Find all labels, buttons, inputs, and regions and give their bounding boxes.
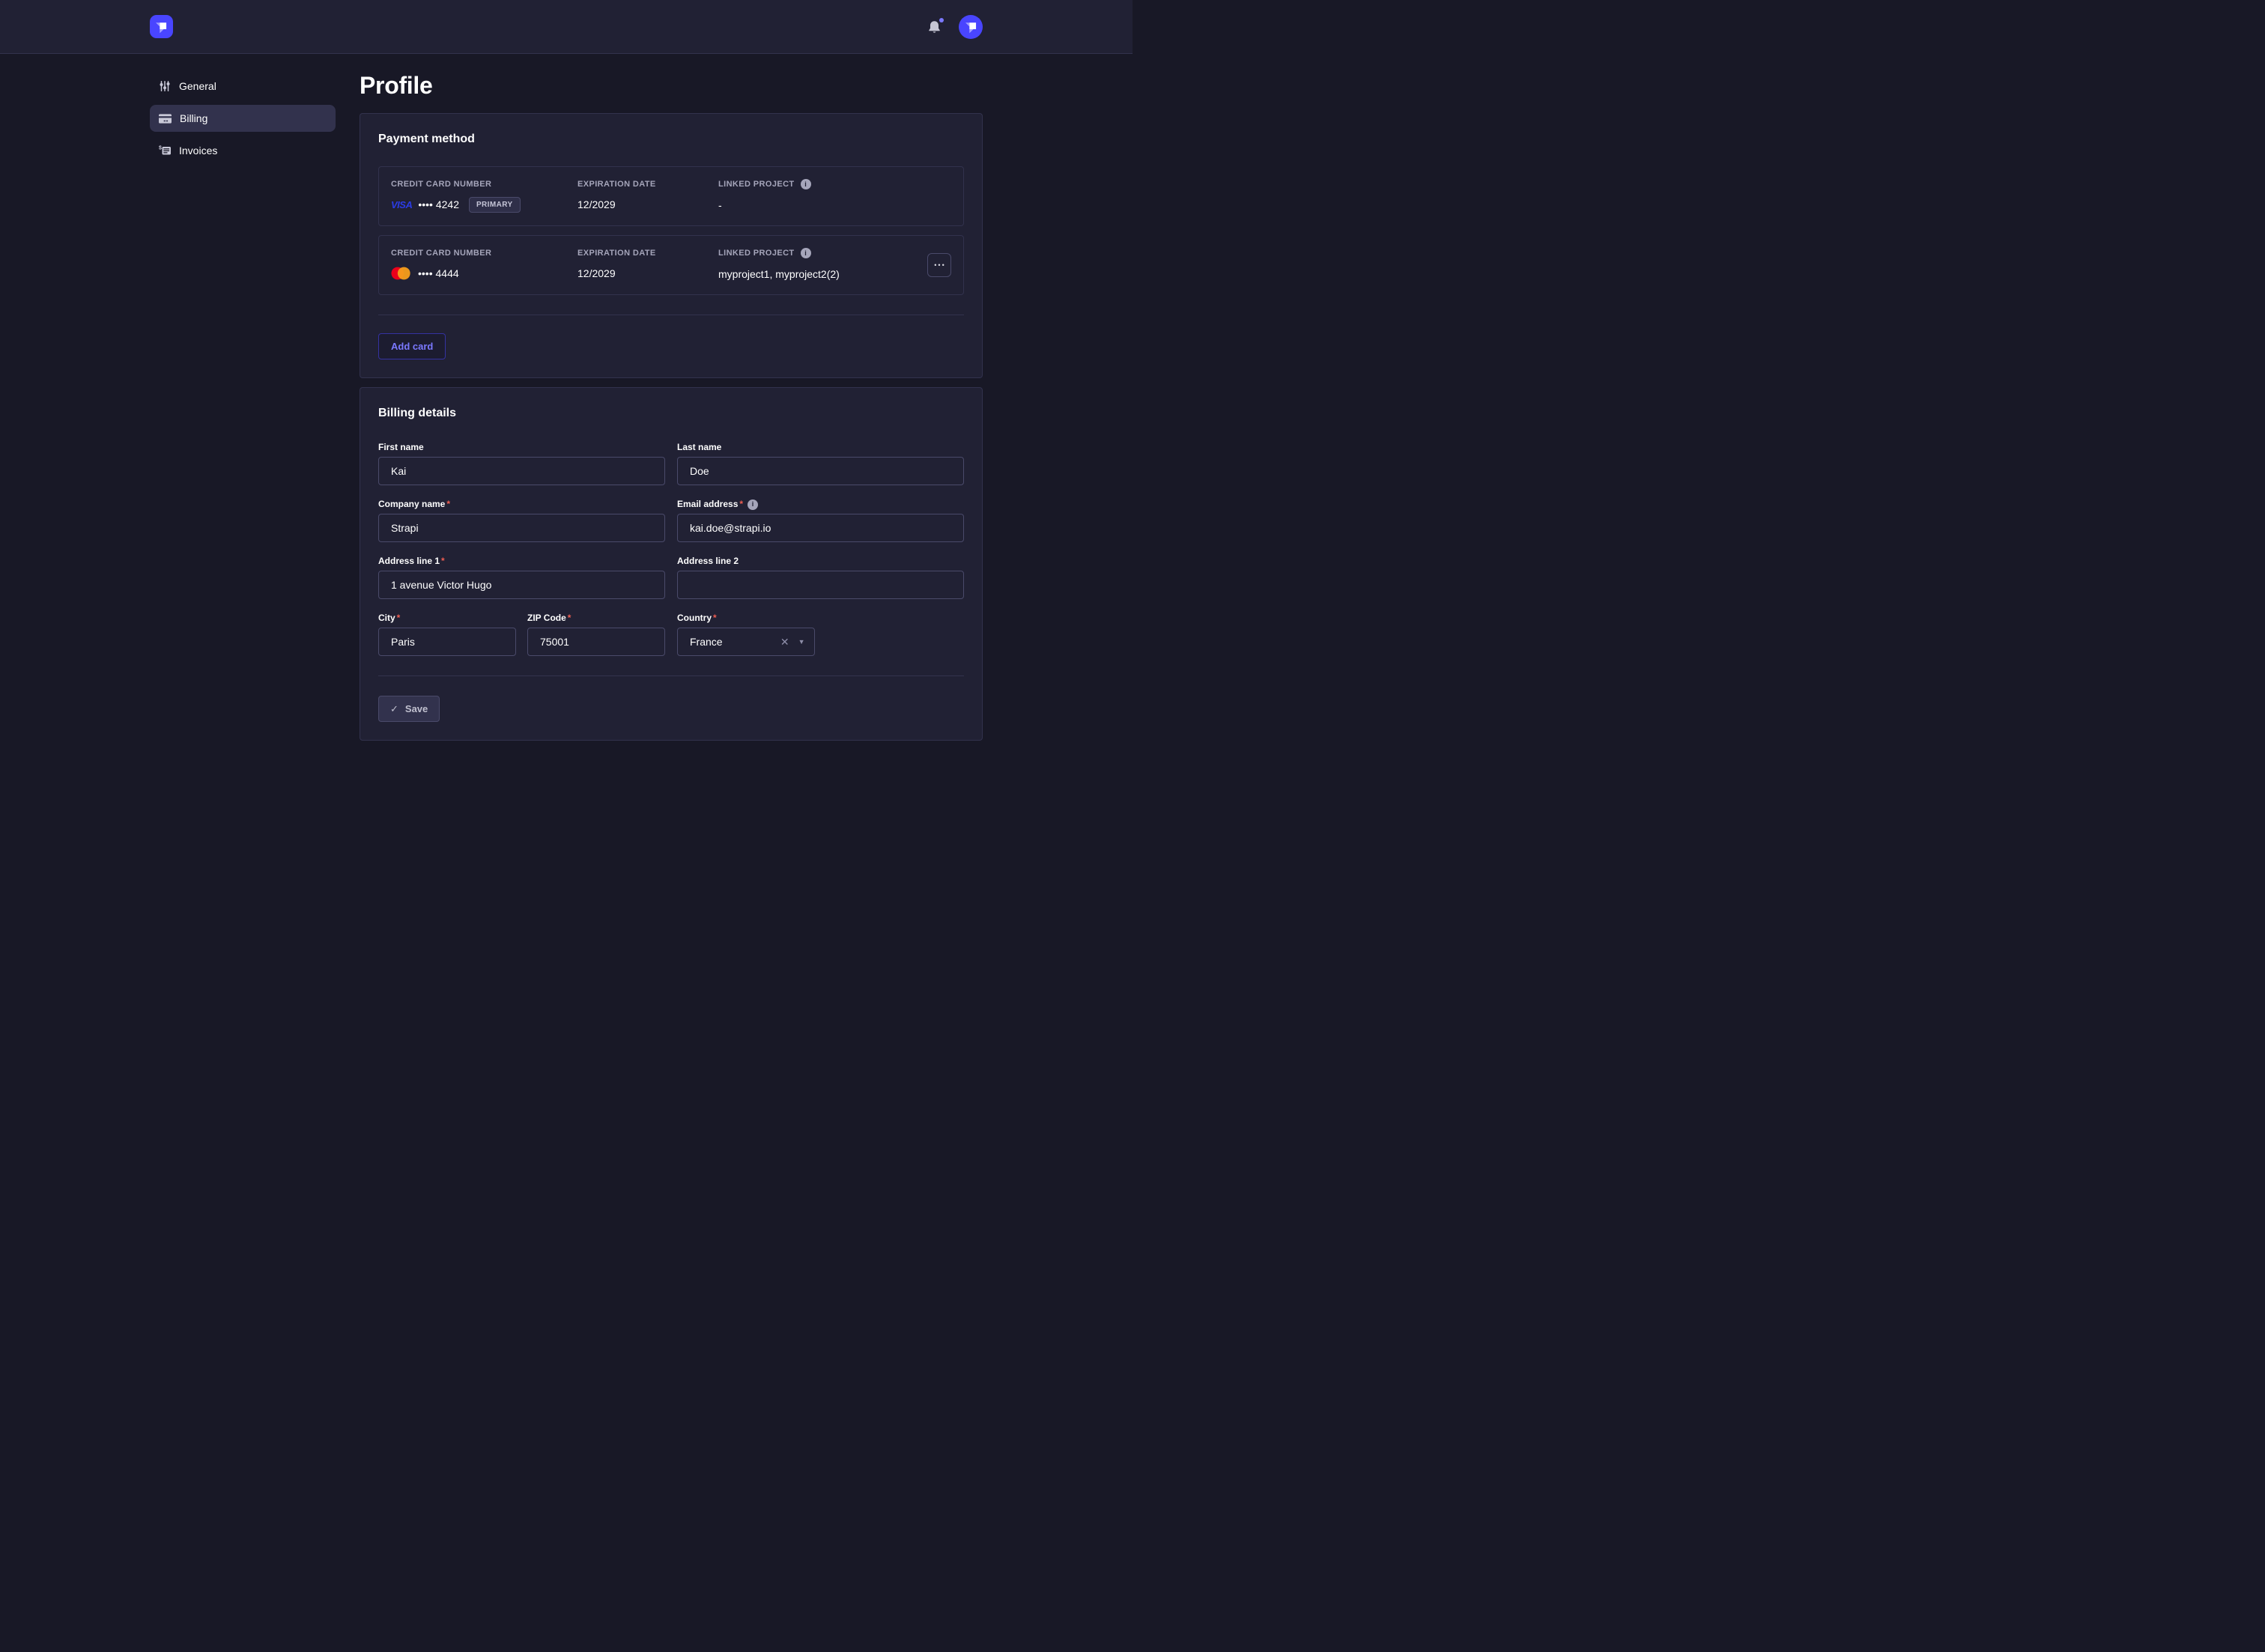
card-actions-menu-button[interactable]: ••• [927, 253, 951, 277]
svg-text:$: $ [159, 146, 162, 151]
info-icon[interactable]: i [801, 248, 811, 258]
card-expiration: 12/2029 [577, 265, 718, 282]
page-title: Profile [360, 70, 983, 100]
payment-cards-list: CREDIT CARD NUMBER VISA •••• 4242 PRIMAR… [378, 166, 964, 295]
sidebar-item-label: Billing [180, 112, 207, 124]
address-line-2-label: Address line 2 [677, 556, 964, 567]
address-line-1-input[interactable] [378, 571, 665, 599]
billing-details-form: First name Last name Company name * [378, 442, 964, 656]
required-asterisk: * [739, 499, 743, 510]
last-name-field: Last name [677, 442, 964, 485]
info-icon[interactable]: i [801, 179, 811, 189]
required-asterisk: * [446, 499, 450, 510]
credit-card-row-visa: CREDIT CARD NUMBER VISA •••• 4242 PRIMAR… [378, 166, 964, 226]
visa-logo-icon: VISA [391, 199, 412, 210]
card-number-column-label: CREDIT CARD NUMBER [391, 249, 577, 258]
bell-icon [928, 20, 941, 34]
country-label: Country * [677, 613, 964, 624]
user-avatar[interactable] [959, 15, 983, 39]
city-field: City * [378, 613, 516, 656]
save-button-label: Save [405, 703, 428, 714]
city-input[interactable] [378, 628, 516, 656]
address-line-2-input[interactable] [677, 571, 964, 599]
company-name-label: Company name * [378, 499, 665, 510]
company-name-input[interactable] [378, 514, 665, 542]
last-name-label: Last name [677, 442, 964, 453]
sliders-icon [159, 80, 171, 92]
sidebar-item-general[interactable]: General [150, 73, 336, 100]
country-field: Country * France ✕ ▼ [677, 613, 964, 656]
mastercard-logo-icon [391, 267, 412, 280]
first-name-field: First name [378, 442, 665, 485]
add-card-button[interactable]: Add card [378, 333, 446, 359]
sidebar-item-label: Invoices [179, 145, 217, 157]
check-icon: ✓ [390, 704, 398, 714]
email-label: Email address * i [677, 499, 964, 510]
email-field: Email address * i [677, 499, 964, 542]
address-line-1-label: Address line 1 * [378, 556, 665, 567]
billing-details-title: Billing details [378, 406, 964, 421]
linked-project-value: myproject1, myproject2(2) [718, 266, 927, 282]
linked-project-column-label: LINKED PROJECT [718, 249, 795, 258]
sidebar-item-billing[interactable]: Billing [150, 105, 336, 132]
card-last-digits: •••• 4444 [418, 267, 459, 279]
city-zip-row: City * ZIP Code * [378, 613, 665, 656]
email-input[interactable] [677, 514, 964, 542]
card-number-column-label: CREDIT CARD NUMBER [391, 180, 577, 189]
topbar-actions [928, 15, 983, 39]
strapi-logo[interactable] [150, 15, 173, 38]
payment-method-title: Payment method [378, 132, 964, 147]
required-asterisk: * [713, 613, 717, 624]
settings-nav: General Billing $ Invoices [150, 54, 336, 169]
company-name-field: Company name * [378, 499, 665, 542]
first-name-input[interactable] [378, 457, 665, 485]
city-label: City * [378, 613, 516, 624]
payment-method-section: Payment method CREDIT CARD NUMBER VISA •… [360, 113, 983, 378]
required-asterisk: * [568, 613, 571, 624]
invoice-icon: $ [159, 145, 171, 157]
chevron-down-icon[interactable]: ▼ [798, 639, 805, 646]
address-line-1-field: Address line 1 * [378, 556, 665, 599]
notifications-button[interactable] [928, 20, 941, 34]
billing-details-section: Billing details First name Last name [360, 387, 983, 741]
credit-card-icon [159, 114, 172, 124]
topbar [0, 0, 1132, 54]
required-asterisk: * [397, 613, 401, 624]
linked-project-column-label: LINKED PROJECT [718, 180, 795, 189]
sidebar-item-label: General [179, 80, 216, 92]
section-divider [378, 675, 964, 676]
zip-code-label: ZIP Code * [527, 613, 665, 624]
expiration-column-label: EXPIRATION DATE [577, 180, 718, 189]
country-selected-value: France [690, 636, 771, 648]
save-button[interactable]: ✓ Save [378, 696, 440, 722]
zip-code-field: ZIP Code * [527, 613, 665, 656]
card-last-digits: •••• 4242 [418, 198, 459, 210]
expiration-column-label: EXPIRATION DATE [577, 249, 718, 258]
primary-badge: PRIMARY [469, 197, 521, 213]
info-icon[interactable]: i [748, 499, 758, 510]
credit-card-row-mastercard: CREDIT CARD NUMBER •••• 4444 EXPIRATION … [378, 235, 964, 295]
clear-icon[interactable]: ✕ [780, 637, 789, 647]
first-name-label: First name [378, 442, 665, 453]
linked-project-value: - [718, 197, 951, 213]
last-name-input[interactable] [677, 457, 964, 485]
address-line-2-field: Address line 2 [677, 556, 964, 599]
notification-dot [939, 18, 944, 22]
country-select[interactable]: France ✕ ▼ [677, 628, 815, 656]
sidebar-item-invoices[interactable]: $ Invoices [150, 137, 336, 164]
required-asterisk: * [441, 556, 445, 567]
strapi-mark-icon [154, 19, 169, 34]
strapi-mark-icon [963, 19, 979, 34]
ellipsis-icon: ••• [934, 261, 945, 269]
zip-code-input[interactable] [527, 628, 665, 656]
card-expiration: 12/2029 [577, 196, 718, 213]
